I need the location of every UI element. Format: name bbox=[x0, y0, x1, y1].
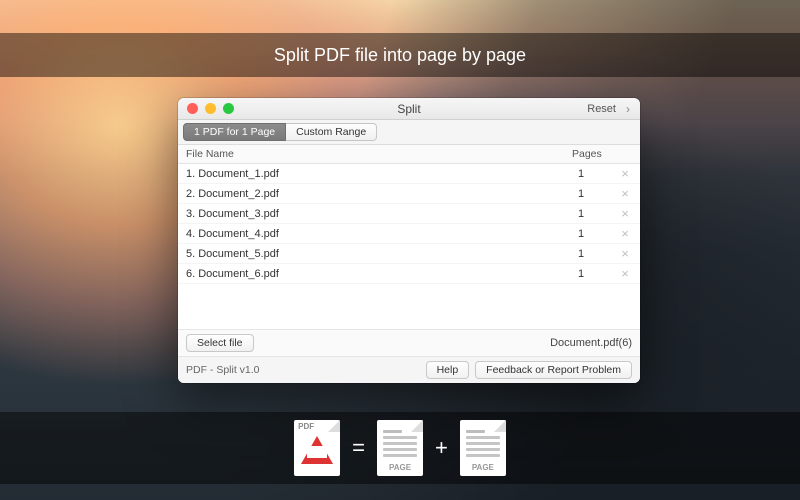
source-document-label: Document.pdf(6) bbox=[550, 337, 632, 349]
pdf-badge: PDF bbox=[298, 422, 314, 431]
equals-sign: = bbox=[344, 435, 373, 461]
column-pages: Pages bbox=[572, 148, 632, 160]
app-version: PDF - Split v1.0 bbox=[186, 364, 260, 376]
remove-icon[interactable]: × bbox=[618, 227, 632, 240]
page-badge: PAGE bbox=[460, 463, 506, 472]
tab-custom-range[interactable]: Custom Range bbox=[286, 123, 377, 141]
remove-icon[interactable]: × bbox=[618, 207, 632, 220]
file-name: 2. Document_2.pdf bbox=[186, 188, 578, 200]
table-header: File Name Pages bbox=[178, 145, 640, 164]
file-pages: 1 bbox=[578, 228, 618, 240]
plus-sign: + bbox=[427, 435, 456, 461]
page-icon: PAGE bbox=[377, 420, 423, 476]
window-title: Split bbox=[178, 102, 640, 116]
marketing-banner-top: Split PDF file into page by page bbox=[0, 33, 800, 77]
reset-button[interactable]: Reset bbox=[581, 103, 622, 115]
file-pages: 1 bbox=[578, 188, 618, 200]
table-row[interactable]: 5. Document_5.pdf 1 × bbox=[178, 244, 640, 264]
help-button[interactable]: Help bbox=[426, 361, 470, 379]
window-titlebar[interactable]: Split Reset › bbox=[178, 98, 640, 120]
table-row[interactable]: 4. Document_4.pdf 1 × bbox=[178, 224, 640, 244]
table-row[interactable]: 3. Document_3.pdf 1 × bbox=[178, 204, 640, 224]
footer-secondary: PDF - Split v1.0 Help Feedback or Report… bbox=[178, 357, 640, 383]
close-icon[interactable] bbox=[187, 103, 198, 114]
marketing-banner-bottom: PDF = PAGE + PAGE bbox=[0, 412, 800, 484]
table-row[interactable]: 6. Document_6.pdf 1 × bbox=[178, 264, 640, 284]
chevron-right-icon[interactable]: › bbox=[622, 102, 640, 116]
file-name: 6. Document_6.pdf bbox=[186, 268, 578, 280]
file-list: 1. Document_1.pdf 1 × 2. Document_2.pdf … bbox=[178, 164, 640, 330]
footer-primary: Select file Document.pdf(6) bbox=[178, 330, 640, 357]
column-filename: File Name bbox=[186, 148, 572, 160]
table-row[interactable]: 2. Document_2.pdf 1 × bbox=[178, 184, 640, 204]
banner-top-text: Split PDF file into page by page bbox=[274, 45, 526, 66]
remove-icon[interactable]: × bbox=[618, 167, 632, 180]
file-pages: 1 bbox=[578, 248, 618, 260]
file-name: 3. Document_3.pdf bbox=[186, 208, 578, 220]
remove-icon[interactable]: × bbox=[618, 267, 632, 280]
page-icon: PAGE bbox=[460, 420, 506, 476]
file-pages: 1 bbox=[578, 208, 618, 220]
file-name: 4. Document_4.pdf bbox=[186, 228, 578, 240]
list-empty-space bbox=[178, 284, 640, 330]
remove-icon[interactable]: × bbox=[618, 247, 632, 260]
select-file-button[interactable]: Select file bbox=[186, 334, 254, 352]
remove-icon[interactable]: × bbox=[618, 187, 632, 200]
file-name: 1. Document_1.pdf bbox=[186, 168, 578, 180]
file-pages: 1 bbox=[578, 168, 618, 180]
minimize-icon[interactable] bbox=[205, 103, 216, 114]
pdf-icon: PDF bbox=[294, 420, 340, 476]
file-name: 5. Document_5.pdf bbox=[186, 248, 578, 260]
page-badge: PAGE bbox=[377, 463, 423, 472]
table-row[interactable]: 1. Document_1.pdf 1 × bbox=[178, 164, 640, 184]
app-window: Split Reset › 1 PDF for 1 Page Custom Ra… bbox=[178, 98, 640, 383]
zoom-icon[interactable] bbox=[223, 103, 234, 114]
tab-1pdf-1page[interactable]: 1 PDF for 1 Page bbox=[183, 123, 286, 141]
feedback-button[interactable]: Feedback or Report Problem bbox=[475, 361, 632, 379]
window-controls bbox=[178, 103, 234, 114]
mode-segmented-control: 1 PDF for 1 Page Custom Range bbox=[178, 120, 640, 145]
file-pages: 1 bbox=[578, 268, 618, 280]
